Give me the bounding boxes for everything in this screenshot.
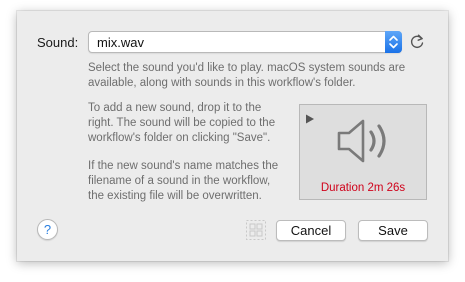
sound-settings-sheet: Sound: mix.wav Select the sound you'd li… [17,11,448,261]
sound-drop-well[interactable]: Duration 2m 26s [299,104,427,200]
play-icon[interactable] [305,111,315,124]
save-button[interactable]: Save [358,220,428,241]
sound-label: Sound: [37,35,79,50]
help-button[interactable]: ? [37,219,58,240]
refresh-icon[interactable] [408,32,426,52]
sound-popup-button[interactable]: mix.wav [88,31,402,53]
overwrite-description: If the new sound's name matches the file… [88,160,279,202]
sound-popup-value: mix.wav [97,35,144,50]
duration-label: Duration 2m 26s [320,182,406,194]
up-down-chevron-icon [385,31,402,53]
grid-icon [246,220,266,240]
add-sound-description: To add a new sound, drop it to the right… [88,102,276,144]
speaker-icon [335,115,397,167]
cancel-button[interactable]: Cancel [276,220,346,241]
select-sound-description: Select the sound you'd like to play. mac… [88,62,406,89]
